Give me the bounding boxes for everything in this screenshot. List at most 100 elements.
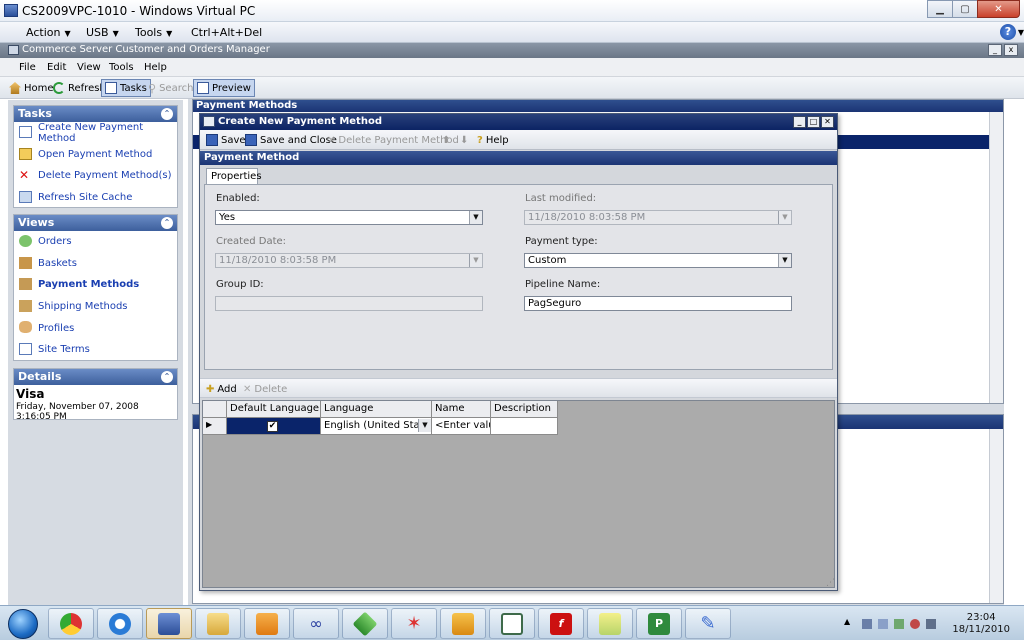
resize-grip-icon[interactable]: ⋰ — [826, 578, 835, 588]
vpc-menu-ctrl-alt-del[interactable]: Ctrl+Alt+Del — [191, 26, 262, 39]
menu-edit[interactable]: Edit — [47, 62, 66, 73]
clock[interactable]: 23:04 18/11/2010 — [952, 612, 1010, 636]
volume-muted-icon[interactable] — [910, 619, 920, 629]
view-profiles[interactable]: Profiles — [14, 317, 177, 339]
collapse-icon[interactable]: ⌃ — [161, 371, 173, 383]
network-icon[interactable] — [878, 619, 888, 629]
name-cell[interactable]: <Enter value> — [432, 418, 491, 435]
app-icon — [8, 45, 19, 55]
language-cell[interactable]: English (United States) ▼ — [321, 418, 432, 435]
refresh-icon — [53, 82, 65, 94]
collapse-icon[interactable]: ⌃ — [161, 217, 173, 229]
taskbar-app-infinity[interactable]: ∞ — [293, 608, 339, 639]
enabled-select[interactable]: Yes ▼ — [215, 210, 483, 225]
tasks-panel-header[interactable]: Tasks ⌃ — [14, 106, 177, 122]
properties-panel: Enabled: Yes ▼ Last modified: 11/18/2010… — [204, 184, 833, 370]
move-down-button[interactable]: ⬇ — [457, 131, 471, 149]
tasks-button[interactable]: Tasks — [101, 79, 151, 97]
column-header-default-language[interactable]: Default Language — [227, 401, 321, 418]
app-close-button[interactable]: x — [1004, 44, 1018, 56]
language-grid[interactable]: Default Language Language Name Descripti… — [202, 400, 835, 588]
help-button[interactable]: ? Help — [474, 131, 512, 149]
payment-methods-list-title: Payment Methods — [193, 100, 1003, 112]
taskbar-virtual-pc[interactable] — [146, 608, 192, 639]
description-cell[interactable] — [491, 418, 558, 435]
view-payment-methods[interactable]: Payment Methods — [14, 274, 177, 296]
default-language-cell[interactable]: ✔ — [227, 418, 321, 435]
tray-app-icon[interactable] — [926, 619, 936, 629]
home-button[interactable]: Home — [6, 79, 57, 97]
tasks-label: Tasks — [120, 82, 147, 94]
column-header-description[interactable]: Description — [491, 401, 558, 418]
view-shipping-methods[interactable]: Shipping Methods — [14, 296, 177, 318]
view-orders[interactable]: Orders — [14, 231, 177, 253]
dialog-close-button[interactable]: ✕ — [821, 116, 834, 128]
task-refresh-site-cache[interactable]: Refresh Site Cache — [14, 187, 177, 209]
vpc-menu-tools[interactable]: Tools ▼ — [135, 26, 172, 39]
views-panel-header[interactable]: Views ⌃ — [14, 215, 177, 231]
close-button[interactable]: ✕ — [977, 0, 1020, 18]
taskbar-chrome[interactable] — [48, 608, 94, 639]
flag-icon[interactable] — [862, 619, 872, 629]
collapse-icon[interactable]: ⌃ — [161, 108, 173, 120]
preview-button[interactable]: Preview — [193, 79, 255, 97]
payment-type-select[interactable]: Custom ▼ — [524, 253, 792, 268]
pipeline-name-label: Pipeline Name: — [525, 279, 601, 290]
view-baskets[interactable]: Baskets — [14, 253, 177, 275]
tasks-panel: Tasks ⌃ Create New Payment Method Open P… — [13, 105, 178, 208]
chevron-down-icon[interactable]: ▼ — [469, 211, 482, 224]
column-header-name[interactable]: Name — [432, 401, 491, 418]
task-open-payment-method[interactable]: Open Payment Method — [14, 144, 177, 166]
chevron-up-icon[interactable]: ▲ — [844, 617, 854, 627]
task-create-new-payment-method[interactable]: Create New Payment Method — [14, 122, 177, 144]
start-button[interactable] — [2, 606, 44, 640]
search-button[interactable]: ⚲ Search — [145, 79, 196, 97]
dialog-minimize-button[interactable]: _ — [793, 116, 806, 128]
vpc-menu-action[interactable]: Action ▼ — [26, 26, 71, 39]
menu-help[interactable]: Help — [144, 62, 167, 73]
details-panel-header[interactable]: Details ⌃ — [14, 369, 177, 385]
pipeline-name-input[interactable]: PagSeguro — [524, 296, 792, 311]
taskbar-app-green[interactable] — [342, 608, 388, 639]
taskbar-ie[interactable] — [97, 608, 143, 639]
add-button[interactable]: ✚ Add — [203, 380, 240, 398]
maximize-button[interactable]: ▢ — [952, 0, 978, 18]
default-language-checkbox[interactable]: ✔ — [267, 421, 278, 432]
open-folder-icon — [19, 147, 32, 160]
refresh-button[interactable]: Refresh — [50, 79, 109, 97]
taskbar-project[interactable]: P — [636, 608, 682, 639]
signal-icon[interactable] — [894, 619, 904, 629]
taskbar-media-player[interactable] — [244, 608, 290, 639]
move-up-button[interactable]: ⬆ — [439, 131, 453, 149]
menu-tools[interactable]: Tools — [109, 62, 134, 73]
taskbar-app-window[interactable] — [489, 608, 535, 639]
dialog-maximize-button[interactable]: □ — [807, 116, 820, 128]
row-selector[interactable]: ▶ — [203, 418, 227, 435]
task-delete-payment-methods[interactable]: ✕ Delete Payment Method(s) — [14, 165, 177, 187]
vpc-menu-usb[interactable]: USB ▼ — [86, 26, 119, 39]
taskbar-app-notes[interactable] — [587, 608, 633, 639]
minimize-button[interactable]: ▁ — [927, 0, 953, 18]
vpc-title-bar: CS2009VPC-1010 - Windows Virtual PC ▁ ▢ … — [0, 0, 1024, 22]
view-site-terms[interactable]: Site Terms — [14, 339, 177, 361]
taskbar-flash[interactable]: f — [538, 608, 584, 639]
menu-file[interactable]: File — [19, 62, 36, 73]
question-icon[interactable]: ? — [1000, 24, 1016, 40]
taskbar-app-star[interactable]: ✶ — [391, 608, 437, 639]
grid-delete-button[interactable]: ✕ Delete — [240, 380, 290, 398]
chevron-down-icon[interactable]: ▼ — [778, 254, 791, 267]
tasks-icon — [105, 82, 117, 94]
taskbar-explorer[interactable] — [195, 608, 241, 639]
app-minimize-button[interactable]: _ — [988, 44, 1002, 56]
chevron-down-icon[interactable]: ▼ — [418, 419, 431, 432]
taskbar-outlook[interactable] — [440, 608, 486, 639]
vertical-scrollbar[interactable] — [989, 112, 1003, 403]
tasks-panel-title: Tasks — [18, 107, 52, 120]
menu-view[interactable]: View — [77, 62, 101, 73]
taskbar-app-pen[interactable]: ✎ — [685, 608, 731, 639]
chevron-down-icon[interactable]: ▼ — [1018, 28, 1024, 37]
tab-properties[interactable]: Properties — [206, 168, 262, 184]
column-header-language[interactable]: Language — [321, 401, 432, 418]
profiles-icon — [19, 321, 32, 334]
vertical-scrollbar[interactable] — [989, 429, 1003, 603]
